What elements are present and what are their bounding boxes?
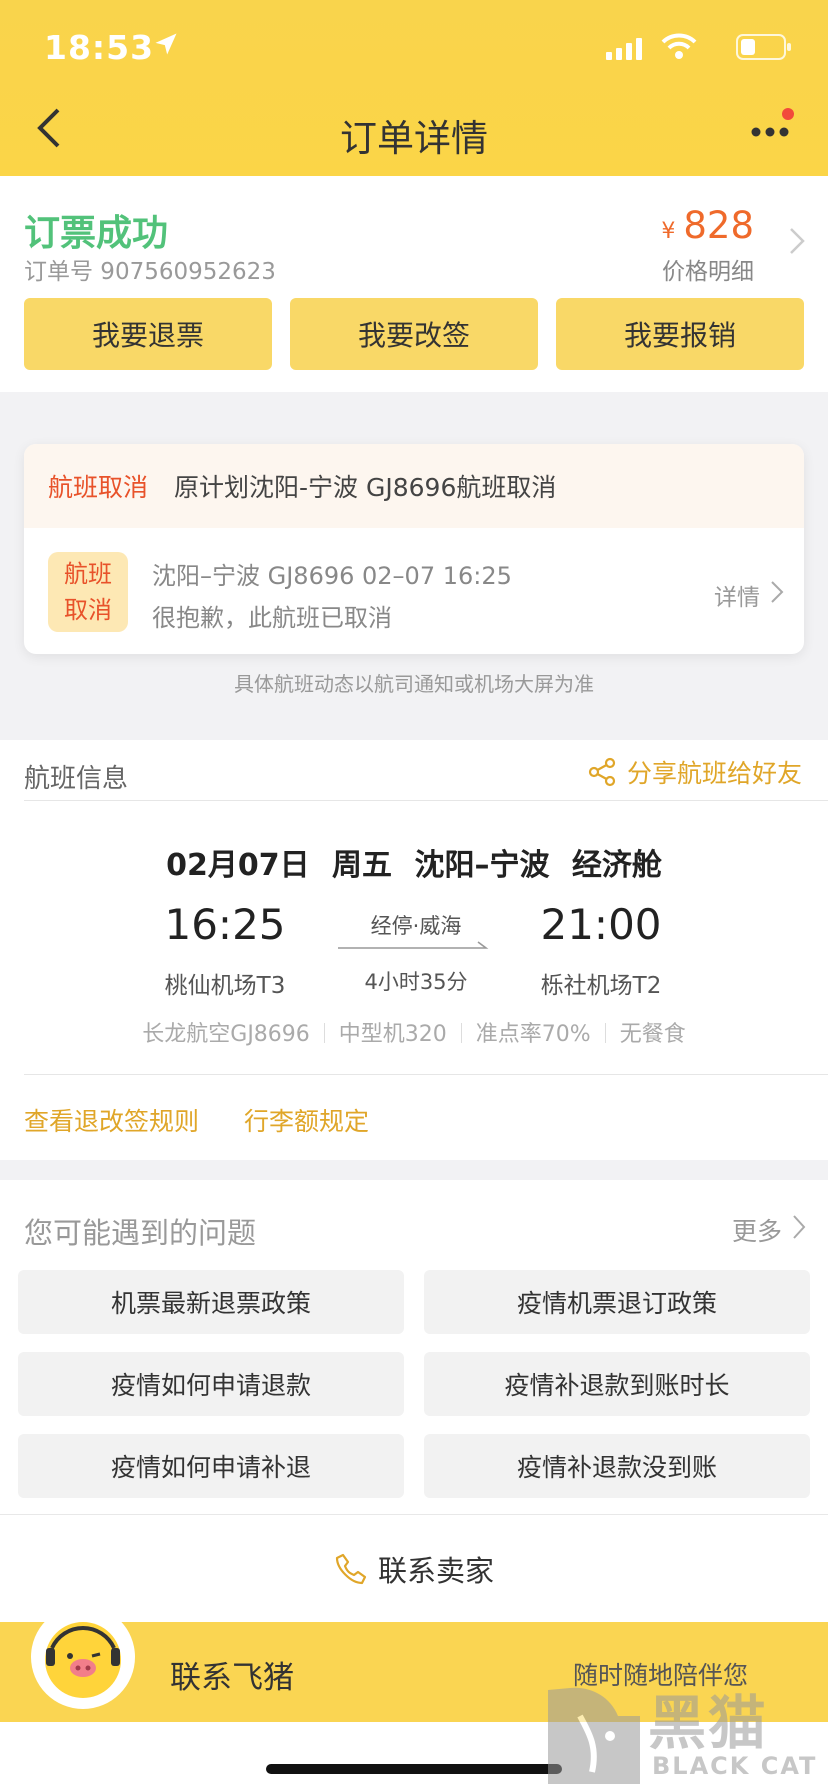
faq-item[interactable]: 疫情补退款没到账 (424, 1434, 810, 1498)
flight-status-footnote: 具体航班动态以航司通知或机场大屏为准 (234, 672, 594, 696)
reimbursement-button[interactable]: 我要报销 (556, 298, 804, 370)
faq-item[interactable]: 疫情机票退订政策 (424, 1270, 810, 1334)
home-indicator[interactable] (266, 1764, 562, 1774)
share-flight-button[interactable]: 分享航班给好友 (587, 754, 802, 790)
contact-fliggy-label[interactable]: 联系飞猪 (170, 1652, 294, 1697)
departure-time: 16:25 (164, 900, 286, 949)
arrival-time: 21:00 (540, 900, 662, 949)
arrival-airport: 栎社机场T2 (540, 973, 662, 999)
more-menu-button[interactable] (742, 108, 798, 154)
meal-info: 无餐食 (619, 1022, 686, 1047)
flight-duration: 4小时35分 (364, 970, 468, 994)
departure-airport: 桃仙机场T3 (164, 973, 286, 999)
faq-section: 您可能遇到的问题 更多 机票最新退票政策 疫情机票退订政策 疫情如何申请退款 疫… (0, 1180, 828, 1516)
flight-meta: 长龙航空GJ8696 中型机320 准点率70% 无餐食 (0, 1016, 828, 1048)
cancel-badge-line2: 取消 (64, 596, 112, 624)
app-header: 18:53 订单详情 (0, 0, 828, 176)
separator (604, 1023, 606, 1043)
divider (24, 1074, 828, 1075)
faq-item[interactable]: 疫情补退款到账时长 (424, 1352, 810, 1416)
wifi-icon (661, 33, 697, 59)
cancel-tag: 航班取消 (48, 473, 149, 502)
cancel-message: 原计划沈阳-宁波 GJ8696航班取消 (174, 473, 557, 502)
flight-info-title: 航班信息 (24, 764, 129, 794)
route-arrow-icon (338, 941, 489, 949)
faq-title: 您可能遇到的问题 (24, 1216, 257, 1250)
baggage-rules-link[interactable]: 行李额规定 (244, 1102, 369, 1138)
faq-item[interactable]: 机票最新退票政策 (18, 1270, 404, 1334)
separator (460, 1023, 462, 1043)
status-time: 18:53 (44, 28, 155, 67)
price-detail-link[interactable]: 价格明细 (662, 252, 754, 286)
battery-icon (736, 34, 791, 60)
aircraft-type: 中型机320 (338, 1022, 447, 1047)
order-actions: 我要退票 我要改签 我要报销 (24, 298, 804, 370)
chevron-right-icon (771, 581, 784, 603)
ontime-rate: 准点率70% (475, 1022, 591, 1047)
airline-flight-no: 长龙航空GJ8696 (142, 1022, 310, 1047)
stopover: 经停·威海 (370, 914, 462, 938)
divider (0, 1514, 828, 1515)
share-icon (588, 757, 616, 787)
cancel-badge-line1: 航班 (64, 560, 112, 588)
black-cat-logo-icon (548, 1687, 640, 1784)
watermark-cn: 黑猫 (648, 1689, 769, 1757)
page-title: 订单详情 (340, 117, 488, 160)
faq-grid: 机票最新退票政策 疫情机票退订政策 疫情如何申请退款 疫情补退款到账时长 疫情如… (18, 1270, 810, 1498)
fliggy-pig-avatar-icon[interactable] (30, 1604, 136, 1710)
order-summary: 订票成功 订单号 907560952623 ¥828 价格明细 我要退票 我要改… (0, 176, 828, 392)
cancel-detail-row[interactable]: 航班 取消 沈阳–宁波 GJ8696 02–07 16:25 很抱歉，此航班已取… (24, 528, 804, 654)
refund-button[interactable]: 我要退票 (24, 298, 272, 370)
refund-rules-link[interactable]: 查看退改签规则 (24, 1102, 199, 1138)
notification-dot (782, 108, 794, 120)
order-number: 订单号 907560952623 (24, 259, 276, 285)
flight-header: 02月07日 周五 沈阳–宁波 经济舱 (166, 848, 662, 883)
cancel-badge: 航班 取消 (48, 552, 128, 632)
watermark: 黑猫 BLACK CAT (540, 1676, 820, 1788)
change-ticket-button[interactable]: 我要改签 (290, 298, 538, 370)
flight-info-section: 航班信息 分享航班给好友 02月07日 周五 沈阳–宁波 经济舱 16:25 桃… (0, 740, 828, 1160)
flight-cancel-card: 航班取消 原计划沈阳-宁波 GJ8696航班取消 航班 取消 沈阳–宁波 GJ8… (24, 444, 804, 654)
chevron-right-icon (793, 1215, 806, 1239)
divider (24, 800, 828, 801)
price[interactable]: ¥828 (661, 204, 754, 247)
status-bar: 18:53 (44, 28, 792, 68)
location-arrow-icon (155, 33, 177, 55)
faq-item[interactable]: 疫情如何申请退款 (18, 1352, 404, 1416)
faq-more-link[interactable]: 更多 (732, 1212, 782, 1248)
faq-item[interactable]: 疫情如何申请补退 (18, 1434, 404, 1498)
cancelled-flight-line: 沈阳–宁波 GJ8696 02–07 16:25 (152, 562, 512, 590)
cancel-apology: 很抱歉，此航班已取消 (152, 604, 392, 632)
chevron-right-icon[interactable] (788, 226, 806, 256)
cellular-signal-icon (606, 38, 642, 60)
watermark-en: BLACK CAT (652, 1752, 818, 1780)
separator (323, 1023, 325, 1043)
cancel-notice-bar: 航班取消 原计划沈阳-宁波 GJ8696航班取消 (24, 444, 804, 528)
contact-seller-label: 联系卖家 (377, 1554, 494, 1588)
phone-icon (335, 1553, 367, 1585)
share-label: 分享航班给好友 (626, 759, 802, 788)
price-currency: ¥ (661, 219, 676, 244)
price-amount: 828 (683, 204, 754, 247)
cancel-detail-link[interactable]: 详情 (714, 578, 760, 612)
order-status: 订票成功 (24, 213, 169, 254)
